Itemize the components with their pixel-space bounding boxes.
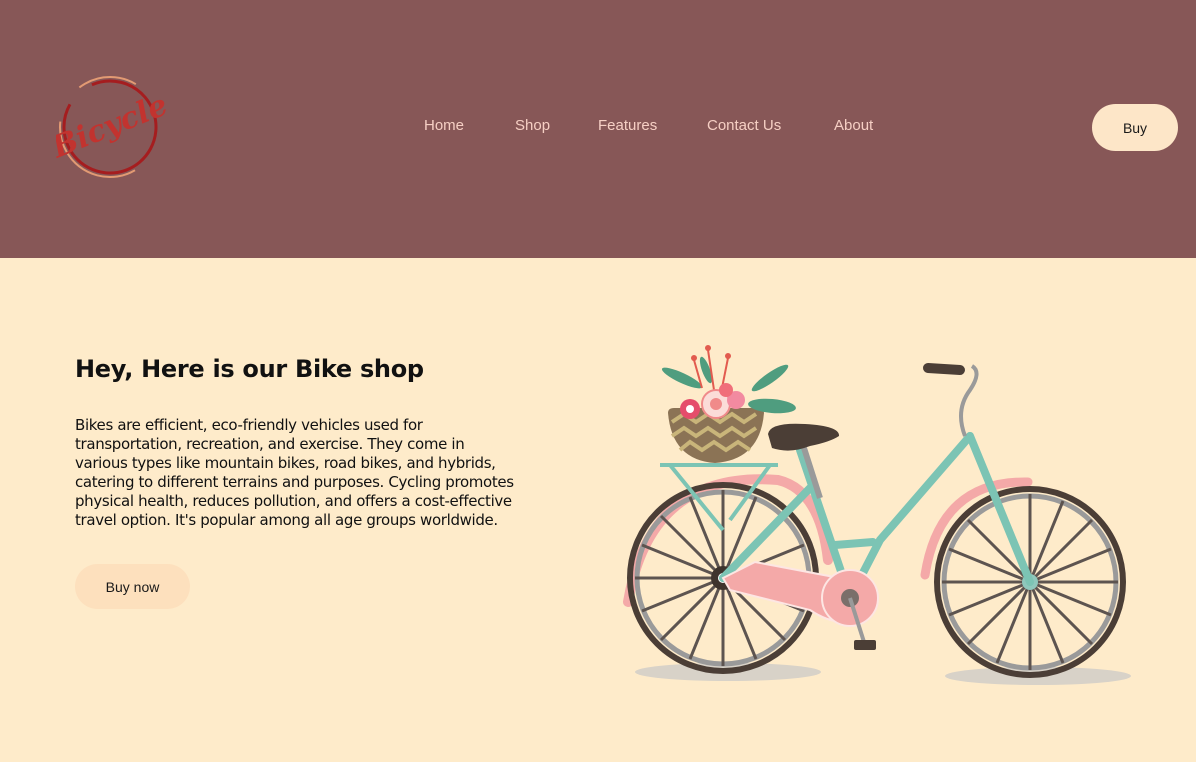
nav-link-contact-us[interactable]: Contact Us	[707, 117, 781, 134]
nav-link-shop[interactable]: Shop	[515, 117, 550, 134]
hero-title: Hey, Here is our Bike shop	[75, 355, 424, 383]
hero-section: Hey, Here is our Bike shop Bikes are eff…	[0, 258, 1196, 762]
hero-description: Bikes are efficient, eco-friendly vehicl…	[75, 416, 514, 529]
nav-link-features[interactable]: Features	[598, 117, 657, 134]
bicycle-logo[interactable]: Bicycle	[56, 74, 166, 180]
logo-text: Bicycle	[56, 88, 166, 166]
buy-now-button[interactable]: Buy now	[75, 564, 190, 609]
nav-link-home[interactable]: Home	[424, 117, 464, 134]
bicycle-illustration	[623, 345, 1131, 685]
buy-button[interactable]: Buy	[1092, 104, 1178, 151]
nav-link-about[interactable]: About	[834, 117, 873, 134]
site-header: Bicycle Home Shop Features Contact Us Ab…	[0, 0, 1196, 258]
